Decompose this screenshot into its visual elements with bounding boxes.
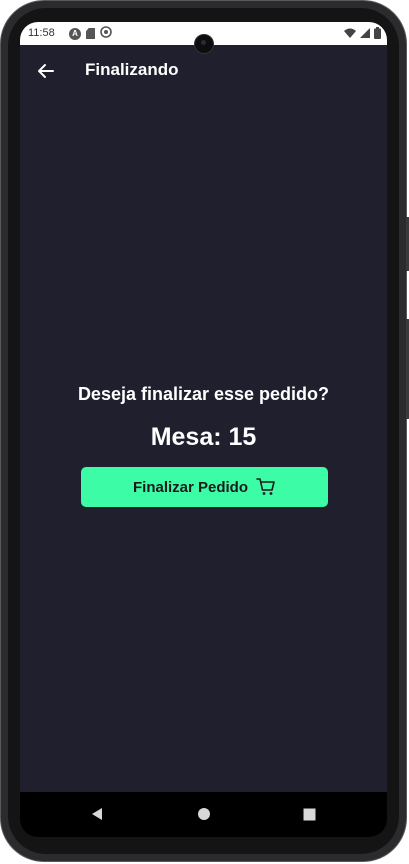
- square-recents-icon: [303, 808, 315, 820]
- nav-back-button[interactable]: [89, 806, 105, 822]
- status-icons-left: A: [69, 26, 112, 41]
- confirmation-content: Deseja finalizar esse pedido? Mesa: 15: [20, 384, 387, 452]
- arrow-left-icon: [38, 64, 54, 78]
- phone-frame: 11:58 A Finalizando Deseja finalizar ess…: [0, 0, 409, 862]
- sync-icon: [100, 26, 112, 41]
- battery-icon: [374, 27, 381, 42]
- status-icons-right: [344, 27, 381, 42]
- screen: 11:58 A Finalizando Deseja finalizar ess…: [20, 22, 387, 837]
- shopping-cart-icon: [256, 478, 275, 495]
- signal-icon: [360, 28, 370, 41]
- nav-recents-button[interactable]: [301, 806, 317, 822]
- finish-order-label: Finalizar Pedido: [132, 478, 249, 496]
- circle-home-icon: [198, 808, 210, 820]
- triangle-back-icon: [92, 808, 102, 820]
- app-bar: Finalizando: [20, 45, 387, 97]
- back-button[interactable]: [34, 59, 58, 83]
- confirmation-question: Deseja finalizar esse pedido?: [77, 384, 330, 404]
- wifi-icon: [344, 28, 356, 41]
- a-icon: A: [69, 27, 81, 40]
- sd-card-icon: [86, 28, 95, 39]
- system-nav-bar: [20, 792, 387, 837]
- status-time: 11:58: [28, 27, 55, 39]
- nav-home-button[interactable]: [196, 806, 212, 822]
- page-title: Finalizando: [85, 60, 179, 79]
- table-number: Mesa: 15: [150, 423, 257, 451]
- finish-order-button[interactable]: Finalizar Pedido: [81, 467, 328, 507]
